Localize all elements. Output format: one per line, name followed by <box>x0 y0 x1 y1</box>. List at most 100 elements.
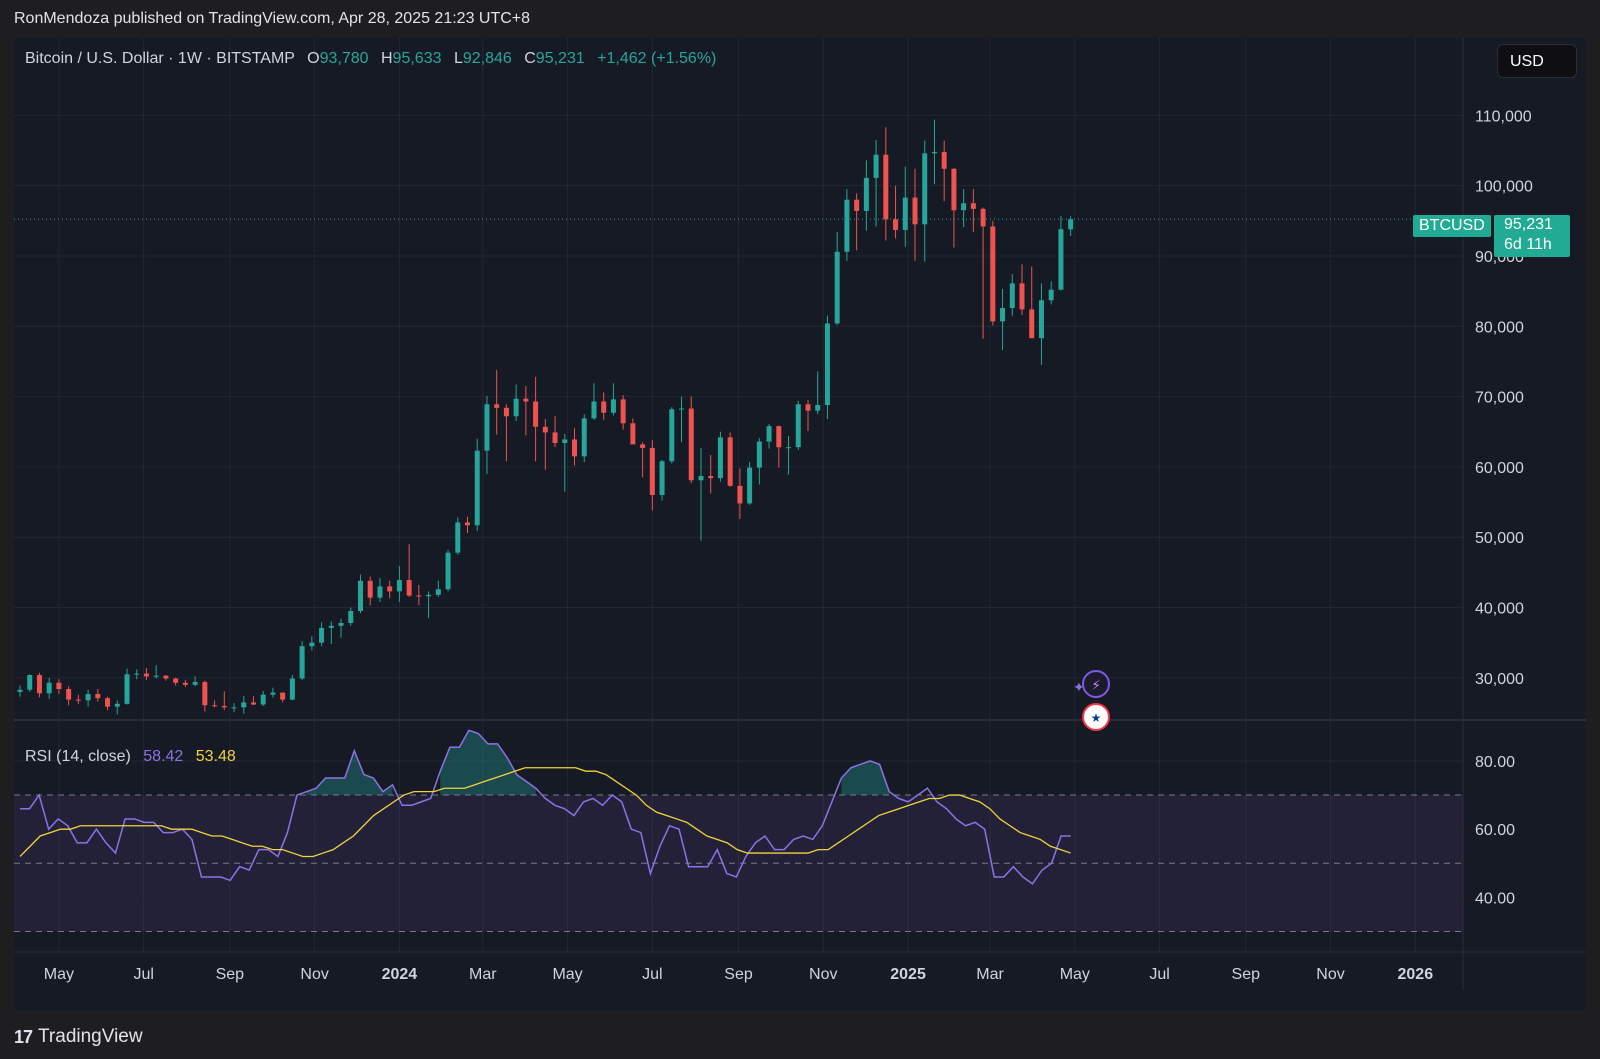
candle-body <box>1058 229 1064 290</box>
candle-body <box>484 404 490 451</box>
candle-body <box>883 154 889 220</box>
candle-body <box>562 439 568 443</box>
lightning-icon[interactable]: ⚡ <box>1082 670 1110 698</box>
candle-body <box>173 678 179 683</box>
candle-body <box>708 476 714 479</box>
candle-body <box>124 674 130 704</box>
candle-body <box>289 678 295 700</box>
candle-body <box>776 426 782 448</box>
candle-body <box>95 693 101 699</box>
time-tick-label: Nov <box>300 966 328 983</box>
us-flag-icon[interactable]: ★ <box>1082 703 1110 731</box>
candle-body <box>640 444 646 448</box>
bar-countdown: 6d 11h <box>1504 236 1552 253</box>
candle-body <box>854 199 860 211</box>
last-price-value: 95,231 <box>1504 216 1553 233</box>
high-value: 95,633 <box>392 50 442 67</box>
candle-body <box>513 398 519 417</box>
candle-body <box>27 675 33 690</box>
candle-body <box>902 197 908 230</box>
time-tick-label: Nov <box>1316 966 1344 983</box>
price-tick-label: 40,000 <box>1475 601 1524 618</box>
candle-body <box>192 682 198 685</box>
candle-body <box>348 611 354 623</box>
candle-body <box>727 437 733 486</box>
candle-body <box>1019 283 1025 310</box>
symbol-legend[interactable]: Bitcoin / U.S. Dollar · 1W · BITSTAMP O9… <box>25 50 716 68</box>
candle-body <box>766 426 772 442</box>
candle-body <box>338 622 344 626</box>
rsi-band-fill <box>14 795 1463 932</box>
tradingview-mark-icon: 17 <box>14 1026 33 1047</box>
candle-body <box>747 467 753 504</box>
candle-body <box>523 398 529 402</box>
candle-body <box>581 418 587 457</box>
low-label: L <box>453 50 463 67</box>
price-tick-label: 50,000 <box>1475 530 1524 547</box>
candle-body <box>922 153 928 225</box>
price-tick-label: 80,000 <box>1475 319 1524 336</box>
time-tick-label: Sep <box>724 966 753 983</box>
candle-body <box>572 439 578 457</box>
tradingview-logo[interactable]: 17 TradingView <box>14 1026 143 1048</box>
candle-body <box>241 702 247 708</box>
candle-body <box>786 447 792 449</box>
close-label: C <box>524 50 536 67</box>
candle-body <box>873 154 879 178</box>
candle-body <box>85 693 91 701</box>
candle-body <box>36 675 42 694</box>
candle-body <box>591 401 597 419</box>
price-tick-label: 110,000 <box>1475 108 1532 125</box>
candle-body <box>260 694 266 705</box>
candle-body <box>17 689 23 692</box>
rsi-label: RSI (14, close) <box>25 748 131 765</box>
candle-body <box>46 682 52 694</box>
chart-canvas[interactable]: 30,00040,00050,00060,00070,00080,00090,0… <box>14 38 1586 1010</box>
candle-body <box>834 251 840 324</box>
open-label: O <box>307 50 320 67</box>
candle-body <box>1029 309 1035 339</box>
rsi-value: 58.42 <box>143 748 184 765</box>
candle-body <box>863 177 869 211</box>
rsi-legend[interactable]: RSI (14, close) 58.42 53.48 <box>25 748 236 766</box>
price-tick-label: 30,000 <box>1475 671 1524 688</box>
candle-body <box>250 702 256 705</box>
rsi-tick-label: 60.00 <box>1475 822 1515 839</box>
candle-body <box>533 401 539 427</box>
time-tick-label: 2025 <box>890 966 926 983</box>
candle-body <box>396 580 402 592</box>
candle-body <box>75 699 81 701</box>
candle-body <box>280 692 286 700</box>
candle-body <box>630 423 636 445</box>
candle-body <box>182 682 188 685</box>
time-tick-label: Mar <box>976 966 1004 983</box>
candle-body <box>328 625 334 628</box>
candle-body <box>153 675 159 677</box>
candle-body <box>66 689 72 700</box>
candle-body <box>474 450 480 526</box>
candle-body <box>669 409 675 462</box>
candle-body <box>163 675 169 679</box>
candle-body <box>319 627 325 643</box>
candle-body <box>824 323 830 406</box>
candle-body <box>221 705 227 708</box>
currency-button[interactable]: USD <box>1497 44 1577 78</box>
candle-body <box>931 151 937 154</box>
candle-body <box>601 401 607 413</box>
candle-body <box>620 399 626 424</box>
candle-body <box>114 703 120 707</box>
candle-body <box>737 485 743 504</box>
tradingview-brand: TradingView <box>38 1026 143 1047</box>
chart-frame[interactable]: 30,000 40,000 50,000 60,000 70,000 80,000 90,0… <box>14 38 1586 1010</box>
candle-body <box>1048 289 1054 301</box>
candle-body <box>231 707 237 709</box>
candle-body <box>679 408 685 410</box>
change-value: +1,462 (+1.56%) <box>597 50 717 67</box>
candle-body <box>445 552 451 590</box>
price-tick-label: 70,000 <box>1475 390 1524 407</box>
candle-body <box>494 404 500 408</box>
candle-body <box>552 432 558 443</box>
candle-body <box>970 203 976 209</box>
time-tick-label: Jul <box>1149 966 1169 983</box>
candle-body <box>1009 283 1015 308</box>
